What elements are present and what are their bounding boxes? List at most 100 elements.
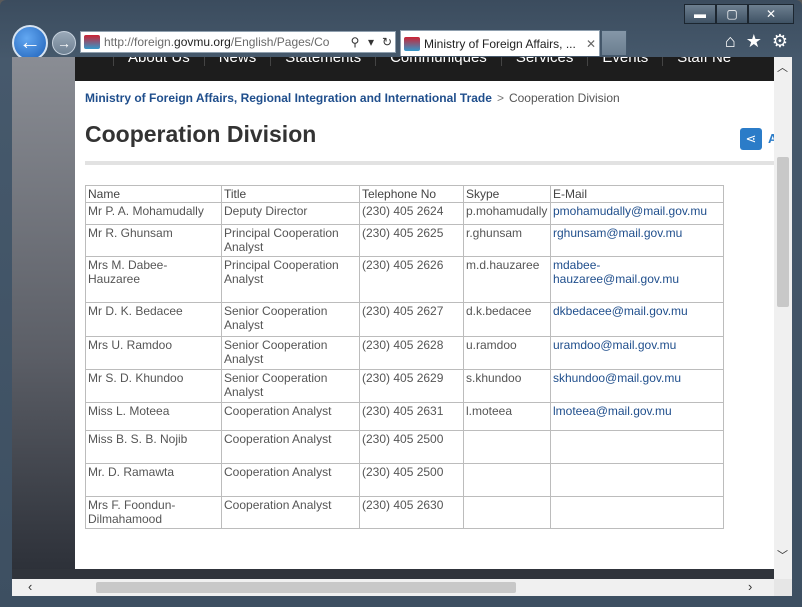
- settings-gear-icon[interactable]: ⚙: [772, 31, 788, 52]
- cell-skype: m.d.hauzaree: [463, 256, 551, 303]
- cell-name: Mr S. D. Khundoo: [85, 369, 222, 403]
- cell-email-link[interactable]: pmohamudally@mail.gov.mu: [550, 202, 724, 225]
- vertical-scrollbar[interactable]: ︿ ﹀: [774, 57, 792, 579]
- cell-title: Deputy Director: [221, 202, 360, 225]
- cell-email-link[interactable]: [550, 463, 724, 497]
- back-arrow-icon: ←: [19, 29, 41, 54]
- nav-item-services[interactable]: Services: [500, 57, 588, 66]
- cell-skype: s.khundoo: [463, 369, 551, 403]
- tab-favicon-icon: [404, 36, 420, 51]
- nav-item-statements[interactable]: Statements: [270, 57, 375, 66]
- table-row: Mrs M. Dabee-Hauzaree Principal Cooperat…: [85, 256, 724, 303]
- breadcrumb-parent-link[interactable]: Ministry of Foreign Affairs, Regional In…: [85, 91, 492, 105]
- scroll-left-icon[interactable]: ‹: [28, 579, 32, 594]
- horizontal-scroll-thumb[interactable]: [96, 582, 516, 593]
- home-icon[interactable]: ⌂: [725, 31, 736, 52]
- cell-phone: (230) 405 2625: [359, 224, 464, 257]
- nav-item-events[interactable]: Events: [587, 57, 662, 66]
- cell-phone: (230) 405 2626: [359, 256, 464, 303]
- share-icon[interactable]: ⋖: [740, 128, 762, 150]
- minimize-button[interactable]: ▬: [684, 4, 716, 24]
- cell-email-link[interactable]: [550, 496, 724, 529]
- horizontal-scrollbar[interactable]: ‹ ›: [12, 579, 774, 596]
- cell-email-link[interactable]: skhundoo@mail.gov.mu: [550, 369, 724, 403]
- cell-name: Mrs U. Ramdoo: [85, 336, 222, 370]
- table-row: Miss B. S. B. Nojib Cooperation Analyst …: [85, 430, 724, 464]
- cell-title: Cooperation Analyst: [221, 430, 360, 464]
- cell-title: Senior Cooperation Analyst: [221, 336, 360, 370]
- dropdown-icon[interactable]: ▾: [363, 35, 379, 49]
- cell-phone: (230) 405 2629: [359, 369, 464, 403]
- scroll-right-icon[interactable]: ›: [748, 579, 752, 594]
- scroll-down-icon[interactable]: ﹀: [777, 547, 788, 563]
- staff-table: Name Title Telephone No Skype E-Mail Mr …: [85, 185, 724, 529]
- cell-name: Mrs F. Foondun-Dilmahamood: [85, 496, 222, 529]
- cell-skype: r.ghunsam: [463, 224, 551, 257]
- header-email: E-Mail: [550, 185, 724, 203]
- cell-title: Senior Cooperation Analyst: [221, 369, 360, 403]
- forward-button[interactable]: →: [52, 31, 76, 55]
- header-telephone: Telephone No: [359, 185, 464, 203]
- cell-phone: (230) 405 2628: [359, 336, 464, 370]
- nav-item-about[interactable]: About Us: [113, 57, 204, 66]
- cell-title: Principal Cooperation Analyst: [221, 256, 360, 303]
- cell-email-link[interactable]: dkbedacee@mail.gov.mu: [550, 302, 724, 337]
- cell-name: Miss L. Moteea: [85, 402, 222, 431]
- cell-title: Cooperation Analyst: [221, 463, 360, 497]
- url-text[interactable]: http://foreign.govmu.org/English/Pages/C…: [104, 35, 347, 49]
- table-row: Mr D. K. Bedacee Senior Cooperation Anal…: [85, 302, 724, 337]
- header-name: Name: [85, 185, 222, 203]
- address-bar[interactable]: http://foreign.govmu.org/English/Pages/C…: [80, 31, 396, 53]
- refresh-icon[interactable]: ↻: [379, 35, 395, 49]
- table-row: Mrs U. Ramdoo Senior Cooperation Analyst…: [85, 336, 724, 370]
- restore-button[interactable]: ▢: [716, 4, 748, 24]
- back-button[interactable]: ←: [12, 25, 48, 61]
- cell-phone: (230) 405 2631: [359, 402, 464, 431]
- scroll-up-icon[interactable]: ︿: [777, 59, 788, 75]
- cell-title: Senior Cooperation Analyst: [221, 302, 360, 337]
- cell-title: Cooperation Analyst: [221, 402, 360, 431]
- nav-item-communiques[interactable]: Communiques: [375, 57, 501, 66]
- close-window-button[interactable]: ✕: [748, 4, 794, 24]
- browser-window: ▬ ▢ ✕ ← → http://foreign.govmu.org/Engli…: [0, 0, 802, 607]
- cell-email-link[interactable]: lmoteea@mail.gov.mu: [550, 402, 724, 431]
- cell-email-link[interactable]: [550, 430, 724, 464]
- new-tab-button[interactable]: [601, 30, 627, 56]
- table-row: Mr P. A. Mohamudally Deputy Director (23…: [85, 202, 724, 225]
- cell-email-link[interactable]: mdabee-hauzaree@mail.gov.mu: [550, 256, 724, 303]
- cell-title: Principal Cooperation Analyst: [221, 224, 360, 257]
- tab-close-icon[interactable]: ✕: [583, 37, 599, 51]
- table-row: Mr R. Ghunsam Principal Cooperation Anal…: [85, 224, 724, 257]
- cell-skype: [463, 430, 551, 464]
- table-header-row: Name Title Telephone No Skype E-Mail: [85, 185, 724, 203]
- breadcrumb-current: Cooperation Division: [508, 91, 620, 105]
- table-row: Miss L. Moteea Cooperation Analyst (230)…: [85, 402, 724, 431]
- page-footer-strip: [12, 569, 774, 579]
- cell-phone: (230) 405 2500: [359, 463, 464, 497]
- page-viewport: About Us News Statements Communiques Ser…: [12, 57, 774, 579]
- title-divider: [85, 161, 774, 165]
- cell-skype: [463, 463, 551, 497]
- page-title: Cooperation Division: [85, 121, 317, 147]
- cell-email-link[interactable]: uramdoo@mail.gov.mu: [550, 336, 724, 370]
- favorites-star-icon[interactable]: ★: [746, 31, 762, 52]
- cell-name: Mr R. Ghunsam: [85, 224, 222, 257]
- search-icon[interactable]: ⚲: [347, 35, 363, 49]
- cell-name: Mr. D. Ramawta: [85, 463, 222, 497]
- cell-email-link[interactable]: rghunsam@mail.gov.mu: [550, 224, 724, 257]
- cell-phone: (230) 405 2500: [359, 430, 464, 464]
- forward-arrow-icon: →: [57, 35, 71, 51]
- vertical-scroll-thumb[interactable]: [777, 157, 789, 307]
- browser-right-icons: ⌂ ★ ⚙: [725, 31, 788, 52]
- nav-item-news[interactable]: News: [203, 57, 271, 66]
- cell-name: Mr P. A. Mohamudally: [85, 202, 222, 225]
- table-row: Mr. D. Ramawta Cooperation Analyst (230)…: [85, 463, 724, 497]
- cell-skype: [463, 496, 551, 529]
- cell-name: Miss B. S. B. Nojib: [85, 430, 222, 464]
- browser-tab[interactable]: Ministry of Foreign Affairs, ... ✕: [400, 30, 600, 56]
- cell-phone: (230) 405 2627: [359, 302, 464, 337]
- tab-title: Ministry of Foreign Affairs, ...: [424, 36, 576, 51]
- cell-name: Mrs M. Dabee-Hauzaree: [85, 256, 222, 303]
- scrollbar-corner: [774, 579, 792, 596]
- nav-item-staff[interactable]: Staff Ne: [662, 57, 745, 66]
